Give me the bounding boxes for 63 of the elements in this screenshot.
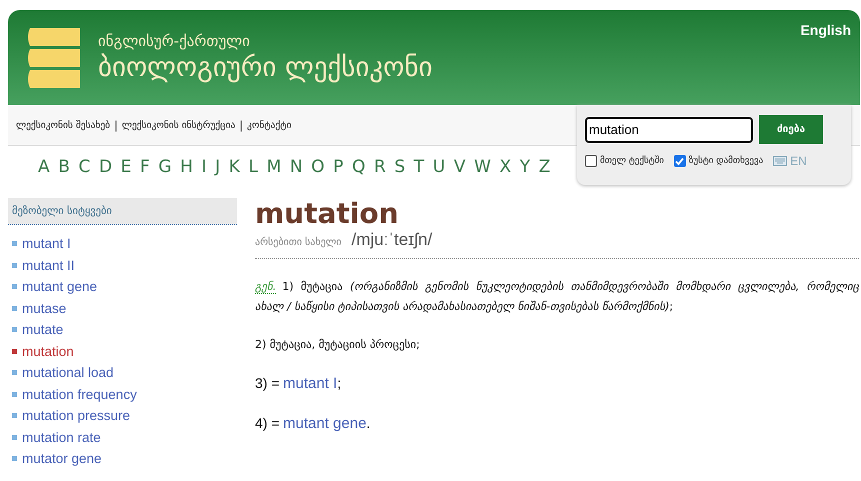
alphabet-letter[interactable]: I — [202, 157, 207, 176]
alphabet-letter[interactable]: S — [394, 157, 406, 176]
word-link[interactable]: mutant I — [12, 235, 237, 252]
alphabet-letter[interactable]: V — [454, 157, 466, 176]
search-field[interactable]: mutation — [585, 116, 753, 142]
nav-link[interactable]: ლექსიკონის შესახებ — [16, 120, 110, 130]
alphabet-letter[interactable]: K — [228, 157, 240, 176]
alphabet-letter[interactable]: E — [120, 157, 132, 176]
language-link[interactable]: English — [800, 22, 851, 38]
separator: | — [114, 118, 118, 132]
cross-reference-link[interactable]: mutant gene — [283, 415, 366, 432]
pronunciation: /mjuːˈteɪʃn/ — [351, 230, 432, 250]
punctuation: ; — [337, 375, 342, 391]
word-link[interactable]: mutate — [12, 321, 237, 338]
word-link[interactable]: mutator gene — [12, 450, 237, 467]
alphabet-letter[interactable]: N — [290, 157, 303, 176]
sidebar-title: მეზობელი სიტყვები — [12, 205, 112, 217]
alphabet-letter[interactable]: T — [414, 157, 424, 176]
site-subtitle: ინგლისურ-ქართული — [98, 32, 251, 50]
alphabet-letter[interactable]: Y — [520, 157, 530, 176]
alphabet-letter[interactable]: A — [38, 157, 50, 176]
alphabet-letter[interactable]: D — [98, 157, 112, 176]
alphabet-letter[interactable]: B — [58, 157, 70, 176]
site-title: ბიოლოგიური ლექსიკონი — [98, 52, 432, 83]
word-link[interactable]: mutase — [12, 300, 237, 316]
alphabet-letter[interactable]: J — [215, 157, 220, 176]
alphabet-letter[interactable]: M — [266, 157, 282, 176]
checkbox[interactable] — [585, 155, 597, 167]
alphabet-letter[interactable]: Q — [352, 157, 366, 176]
alphabet-letter[interactable]: O — [311, 157, 325, 176]
nav-link[interactable]: ლექსიკონის ინსტრუქცია — [122, 120, 236, 130]
checkbox-label: ზუსტი დამთხვევა — [688, 156, 764, 166]
alphabet-letter[interactable]: H — [180, 157, 193, 176]
alphabet-letter[interactable]: U — [432, 157, 446, 176]
separator: | — [239, 118, 244, 132]
word-link[interactable]: mutation — [12, 342, 237, 360]
cross-reference-link[interactable]: mutant I — [283, 375, 338, 392]
alphabet-letter[interactable]: L — [248, 157, 258, 176]
sense-number: 4) = — [255, 415, 280, 431]
alphabet-letter[interactable]: F — [140, 157, 150, 176]
punctuation: . — [366, 415, 370, 431]
word-link[interactable]: mutation pressure — [12, 407, 237, 424]
alphabet-letter[interactable]: R — [374, 157, 386, 176]
word-link[interactable]: mutant II — [12, 256, 237, 274]
checkbox-label: მთელ ტექსტში — [600, 156, 664, 166]
word-link[interactable]: mutational load — [12, 364, 237, 381]
definition-text: 2) მუტაცია, მუტაციის პროცესი; — [255, 338, 420, 351]
nav-link[interactable]: კონტაქტი — [247, 120, 292, 130]
word-link[interactable]: mutation frequency — [12, 386, 237, 402]
alphabet-letter[interactable]: C — [78, 157, 90, 176]
headword: mutation — [255, 198, 400, 230]
alphabet-letter[interactable]: G — [158, 157, 172, 176]
word-link[interactable]: mutant gene — [12, 278, 237, 295]
alphabet-letter[interactable]: W — [474, 157, 491, 176]
word-link[interactable]: mutation rate — [12, 428, 237, 446]
alphabet-letter[interactable]: Z — [538, 157, 550, 176]
part-of-speech: არსებითი სახელი — [255, 237, 342, 248]
definition-text: გენ. 1) მუტაცია (ორგანიზმის გენომის ნუკლეოტიდების თანმიმდევრობაში მომხდარი ცვლილება, რომელიც ახალ / საწყისი ტიპისათვის არადამახასიათებელ ნიშან-თვისებას წარმოქმნის); — [255, 279, 859, 315]
search-button[interactable]: ძიება — [759, 115, 823, 144]
alphabet-letter[interactable]: X — [499, 157, 512, 176]
checkbox[interactable] — [674, 155, 686, 167]
alphabet-letter[interactable]: P — [333, 157, 344, 176]
sense-number: 3) = — [255, 375, 280, 391]
